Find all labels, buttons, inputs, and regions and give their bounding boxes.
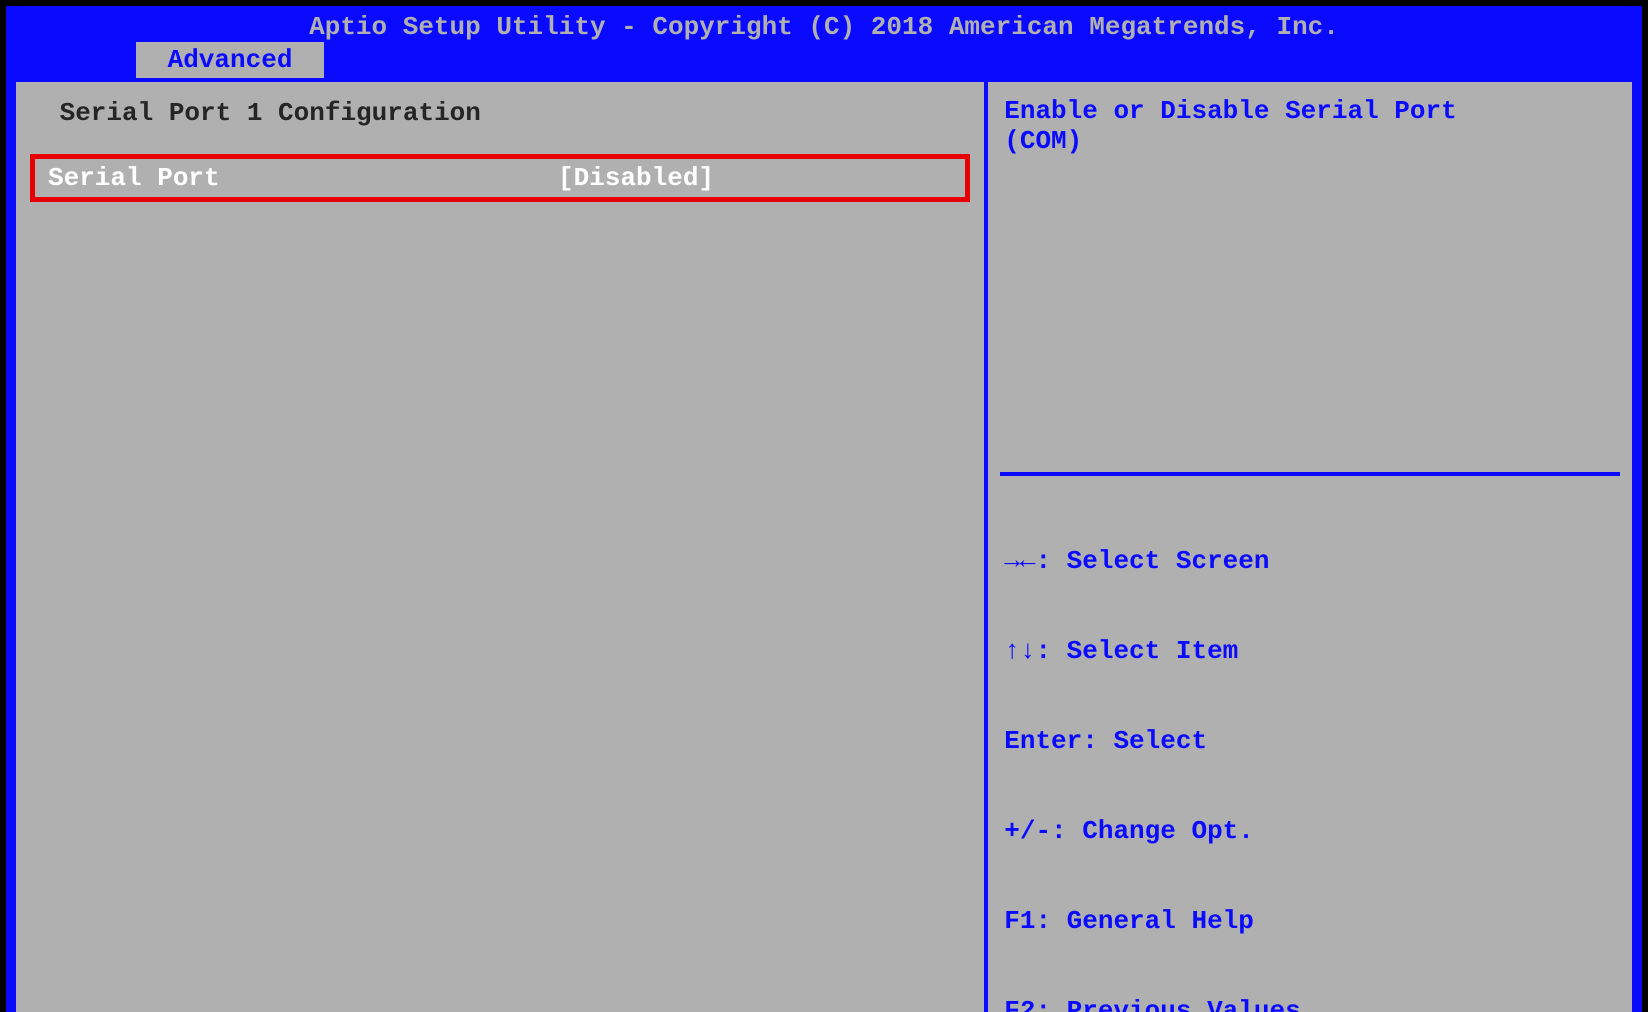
setting-serial-port[interactable]: Serial Port [Disabled] (30, 154, 970, 202)
key-select-screen: →←: Select Screen (1004, 546, 1616, 576)
main-panel: Serial Port 1 Configuration Serial Port … (16, 82, 988, 1012)
key-help: →←: Select Screen ↑↓: Select Item Enter:… (1004, 486, 1616, 1012)
setting-label: Serial Port (48, 163, 558, 193)
body-area: Serial Port 1 Configuration Serial Port … (6, 78, 1642, 1012)
item-help-text: Enable or Disable Serial Port (COM) (1004, 96, 1616, 466)
side-divider (1000, 472, 1620, 476)
panels: Serial Port 1 Configuration Serial Port … (12, 78, 1636, 1012)
bios-screen: Aptio Setup Utility - Copyright (C) 2018… (6, 6, 1642, 1006)
key-select-item: ↑↓: Select Item (1004, 636, 1616, 666)
header-bar: Aptio Setup Utility - Copyright (C) 2018… (6, 6, 1642, 78)
key-general-help: F1: General Help (1004, 906, 1616, 936)
key-enter-select: Enter: Select (1004, 726, 1616, 756)
side-panel: Enable or Disable Serial Port (COM) →←: … (988, 82, 1632, 1012)
key-change-opt: +/-: Change Opt. (1004, 816, 1616, 846)
screen-outer: Aptio Setup Utility - Copyright (C) 2018… (0, 0, 1648, 1012)
tab-advanced[interactable]: Advanced (136, 42, 324, 78)
tab-strip: Advanced (6, 42, 1642, 78)
setting-value: [Disabled] (558, 163, 714, 193)
utility-title: Aptio Setup Utility - Copyright (C) 2018… (6, 6, 1642, 42)
section-title: Serial Port 1 Configuration (26, 96, 974, 130)
key-previous-values: F2: Previous Values (1004, 996, 1616, 1012)
